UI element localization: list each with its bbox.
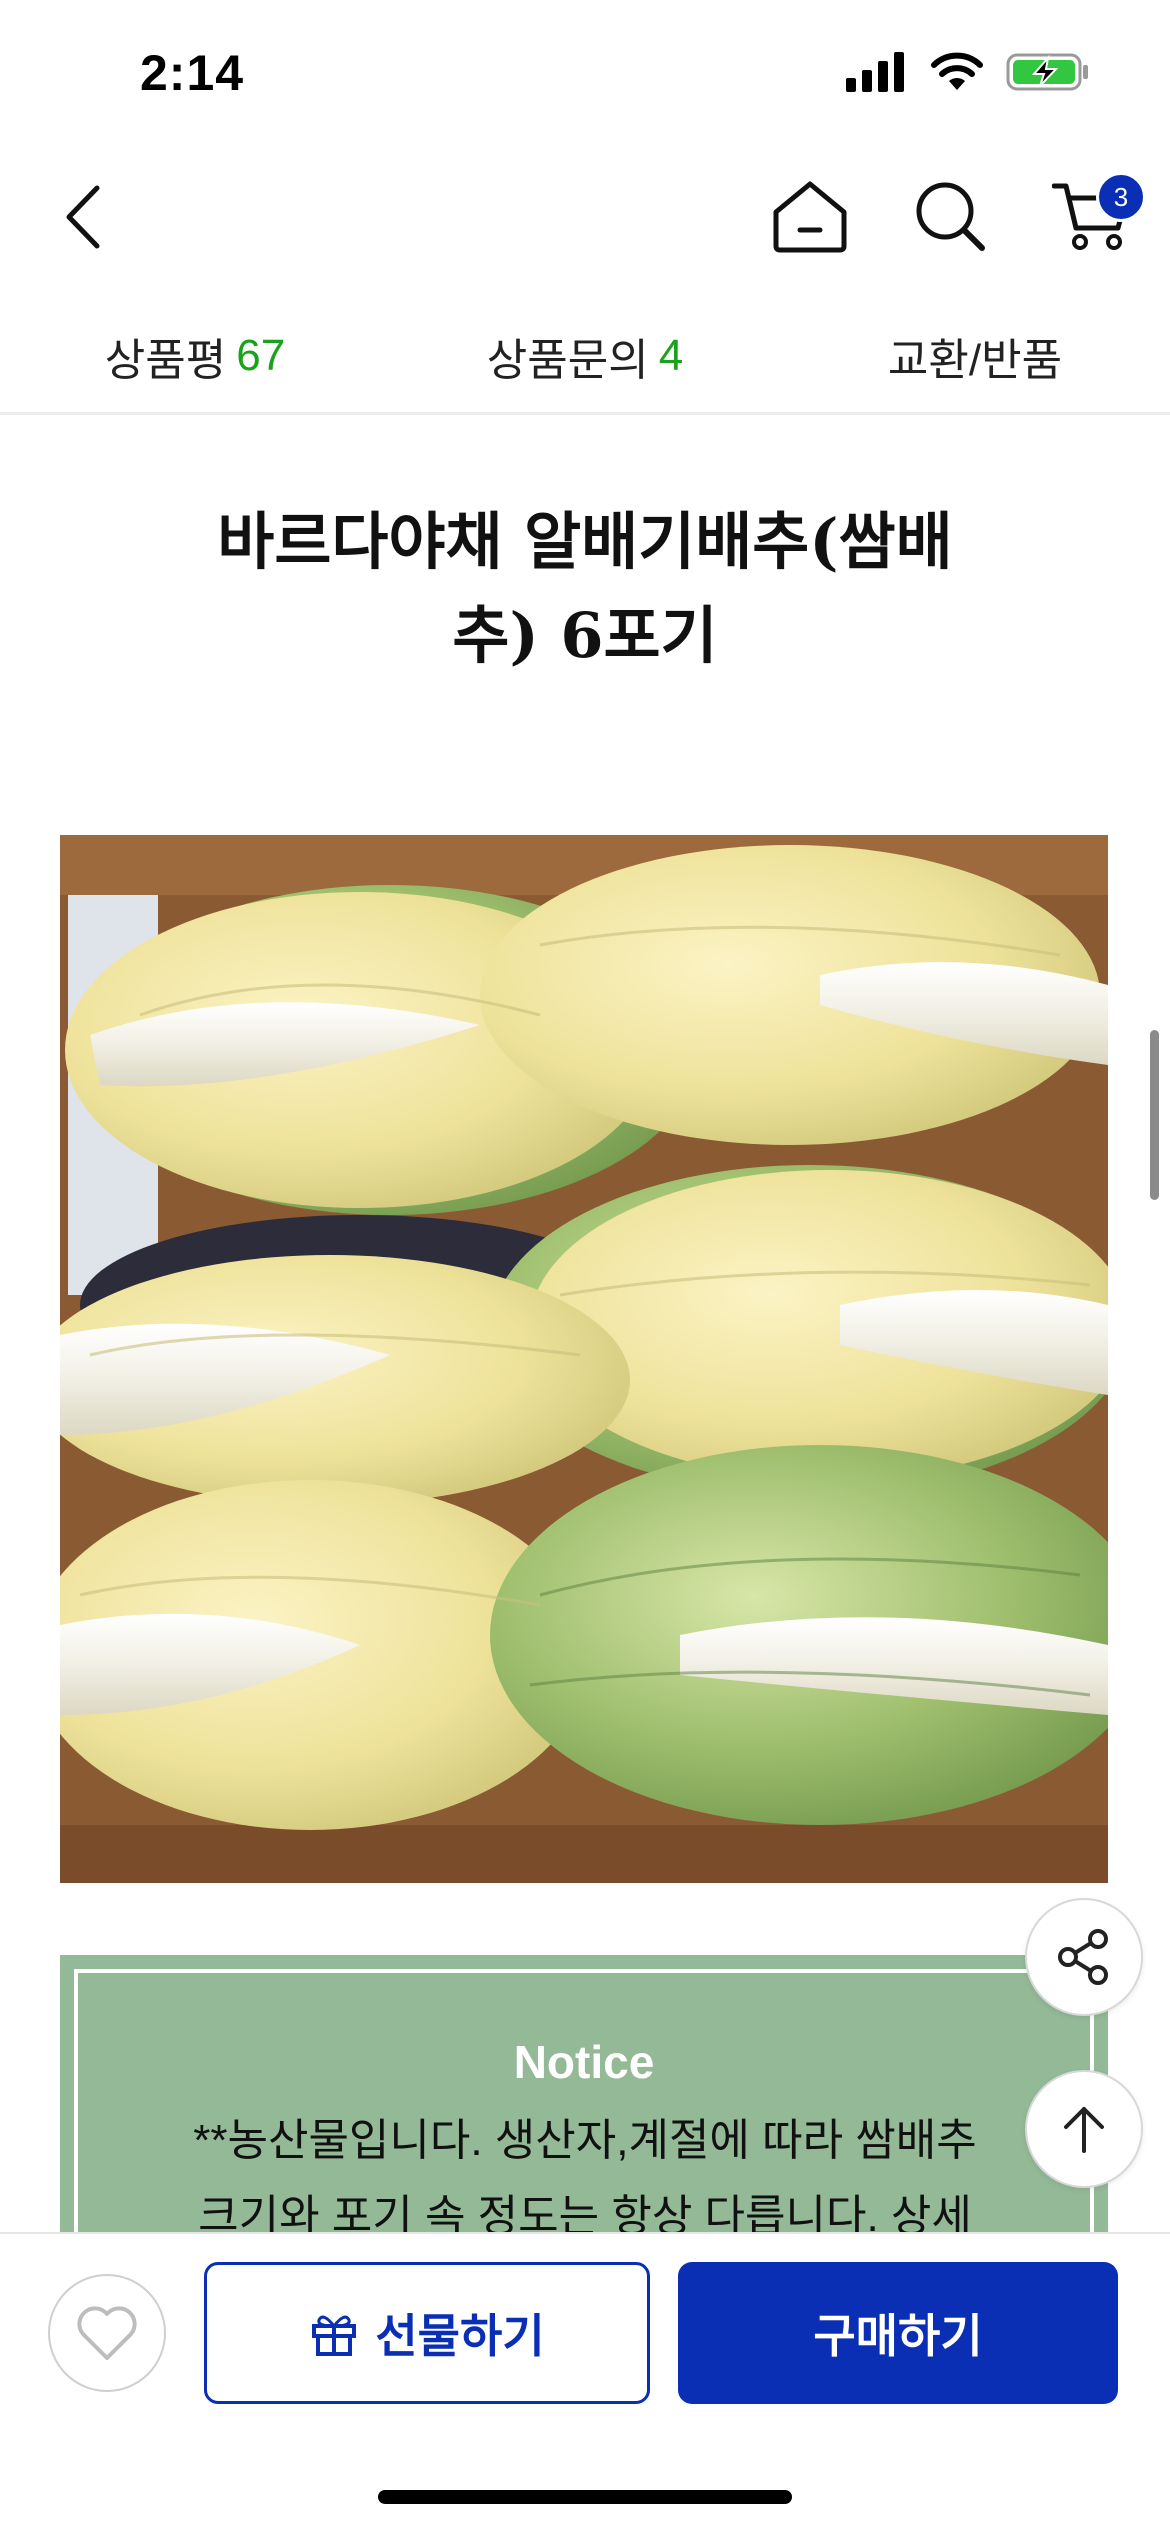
tab-inquiries-label: 상품문의: [486, 336, 649, 385]
home-indicator[interactable]: [378, 2490, 792, 2504]
arrow-up-icon: [1064, 2107, 1104, 2153]
home-icon: [773, 181, 847, 253]
gift-button-label: 선물하기: [375, 2310, 545, 2362]
scroll-top-button[interactable]: [1025, 2070, 1143, 2188]
status-time: 2:14: [140, 45, 245, 101]
notice-body-line1: **농산물입니다. 생산자,계절에 따라 쌈배추: [193, 2116, 977, 2165]
back-button[interactable]: [44, 172, 124, 262]
gift-icon: [312, 2315, 357, 2356]
bottom-action-bar: 선물하기 구매하기: [0, 2232, 1170, 2532]
product-title-line1: 바르다야채 알배기배추(쌈배: [217, 505, 953, 578]
cabbage-photo: [60, 835, 1108, 1883]
scrollbar[interactable]: [1150, 1030, 1159, 1200]
tab-reviews-label: 상품평: [104, 336, 227, 385]
cart-count-badge: 3: [1096, 172, 1146, 222]
wifi-icon: [931, 52, 983, 90]
tab-reviews[interactable]: 상품평 67: [0, 300, 390, 412]
tab-exchange-return-label: 교환/반품: [887, 336, 1063, 385]
back-chevron-icon: [66, 185, 100, 249]
battery-charging-icon: [1006, 53, 1088, 91]
status-bar: 2:14: [0, 0, 1170, 150]
gift-button[interactable]: 선물하기: [204, 2262, 650, 2404]
buy-button-label: 구매하기: [813, 2310, 983, 2362]
status-icons: [846, 52, 1090, 92]
wishlist-button[interactable]: [48, 2274, 166, 2392]
buy-button[interactable]: 구매하기: [678, 2262, 1118, 2404]
tab-exchange-return[interactable]: 교환/반품: [780, 300, 1170, 412]
tab-reviews-count: 67: [236, 331, 286, 380]
product-image: [60, 835, 1108, 1883]
tab-inquiries[interactable]: 상품문의 4: [390, 300, 780, 412]
product-title: 바르다야채 알배기배추(쌈배 추) 6포기: [120, 495, 1050, 683]
share-icon: [1058, 1929, 1108, 1985]
search-button[interactable]: [902, 168, 998, 264]
heart-icon: [77, 2306, 137, 2360]
notice-title: Notice: [513, 2036, 655, 2088]
notice-box: Notice **농산물입니다. 생산자,계절에 따라 쌈배추 크기와 포기 속…: [60, 1955, 1108, 2275]
search-icon: [916, 182, 985, 251]
tab-inquiries-count: 4: [658, 331, 684, 380]
home-button[interactable]: [762, 168, 858, 264]
share-button[interactable]: [1025, 1898, 1143, 2016]
product-tabs: 상품평 67 상품문의 4 교환/반품: [0, 300, 1170, 415]
product-title-line2: 추) 6포기: [452, 599, 718, 672]
cart-button[interactable]: 3: [1044, 168, 1146, 264]
nav-bar: 3: [0, 160, 1170, 270]
signal-icon: [846, 52, 904, 92]
